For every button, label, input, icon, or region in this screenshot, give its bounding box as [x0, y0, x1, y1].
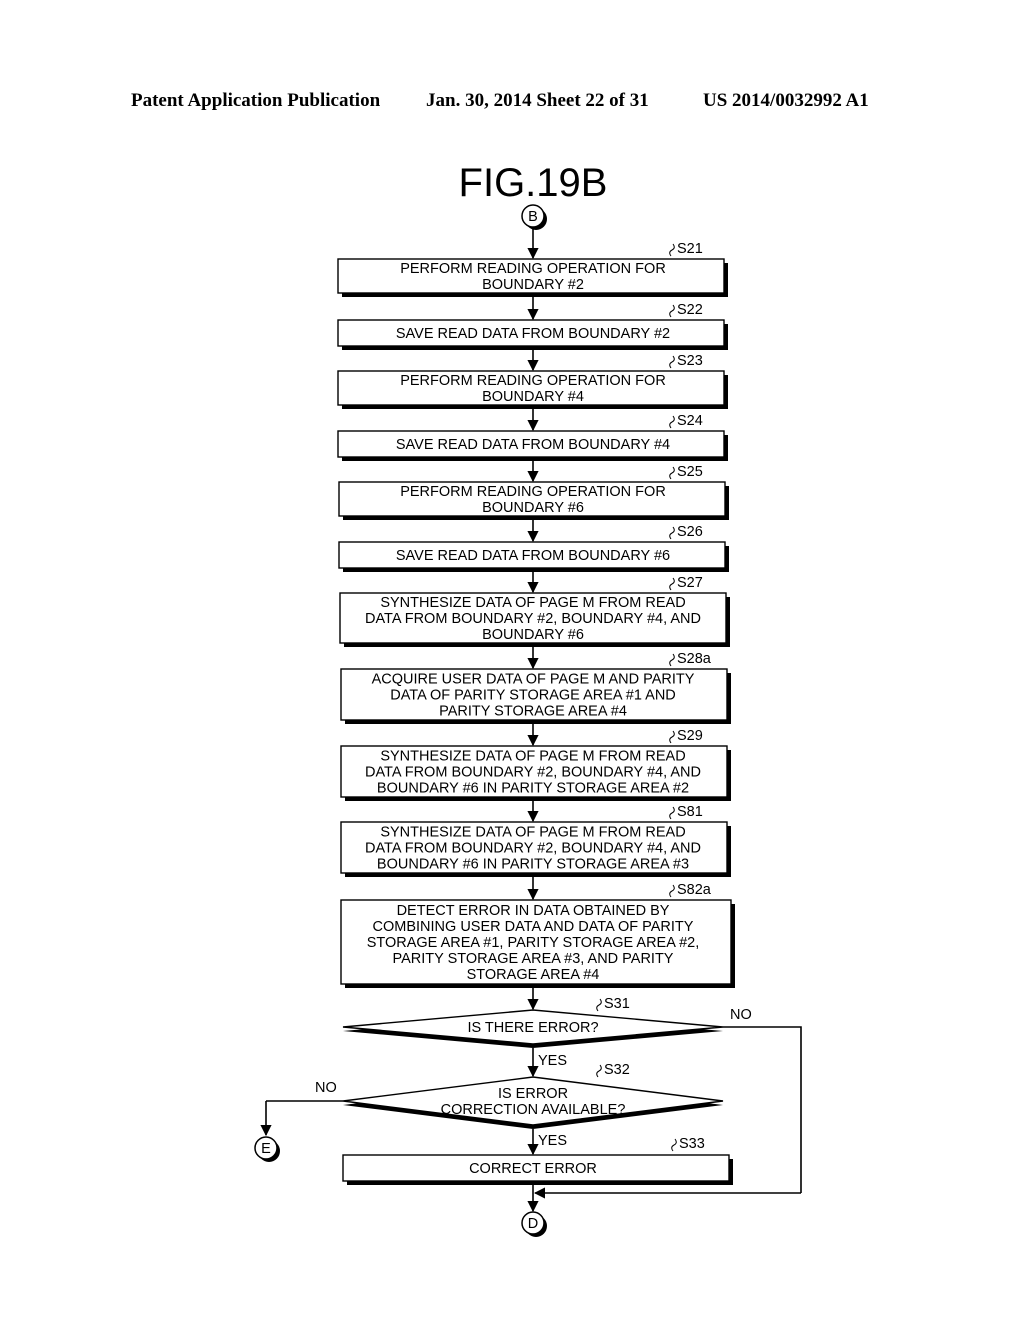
step-label-s31-leader: [596, 998, 602, 1012]
step-text-line: BOUNDARY #6: [482, 500, 584, 516]
connector-d: D: [521, 1211, 547, 1237]
step-label-s23: S23: [677, 353, 703, 369]
step-text-line: SYNTHESIZE DATA OF PAGE M FROM READ: [380, 749, 685, 765]
step-label-s32: S32: [604, 1062, 630, 1078]
step-text-line: PERFORM READING OPERATION FOR: [400, 261, 666, 277]
process-step-s82a: DETECT ERROR IN DATA OBTAINED BYCOMBININ…: [340, 899, 735, 988]
process-step-s22: SAVE READ DATA FROM BOUNDARY #2: [337, 319, 728, 350]
step-text-line: ACQUIRE USER DATA OF PAGE M AND PARITY: [372, 672, 695, 688]
step-label-s22: S22: [677, 302, 703, 318]
process-step-s28a: ACQUIRE USER DATA OF PAGE M AND PARITYDA…: [340, 668, 731, 724]
decision-text-line: CORRECTION AVAILABLE?: [441, 1102, 626, 1118]
step-text-line: PARITY STORAGE AREA #4: [439, 704, 627, 720]
step-text-line: DATA FROM BOUNDARY #2, BOUNDARY #4, AND: [365, 841, 701, 857]
step-label-s29-leader: [669, 730, 675, 744]
step-label-s33-leader: [671, 1138, 677, 1152]
connector-d-label: D: [528, 1216, 538, 1232]
process-step-s27: SYNTHESIZE DATA OF PAGE M FROM READDATA …: [339, 592, 730, 647]
decision-s31: IS THERE ERROR?: [342, 1009, 724, 1048]
step-text-line: BOUNDARY #2: [482, 277, 584, 293]
step-label-s23-leader: [669, 355, 675, 369]
decision-text-line: IS ERROR: [498, 1086, 568, 1102]
flow-line-no-s31: [723, 1026, 802, 1193]
step-label-s81: S81: [677, 804, 703, 820]
step-text-line: STORAGE AREA #4: [467, 967, 600, 983]
process-step-s29: SYNTHESIZE DATA OF PAGE M FROM READDATA …: [340, 745, 731, 801]
step-text-line: PARITY STORAGE AREA #3, AND PARITY: [393, 951, 674, 967]
step-label-s21: S21: [677, 241, 703, 257]
figure-title: FIG.19B: [459, 161, 608, 205]
process-step-s21: PERFORM READING OPERATION FORBOUNDARY #2: [337, 258, 728, 297]
step-text-line: SAVE READ DATA FROM BOUNDARY #2: [396, 326, 670, 342]
step-label-s25: S25: [677, 464, 703, 480]
step-label-s31: S31: [604, 996, 630, 1012]
step-text-line: COMBINING USER DATA AND DATA OF PARITY: [373, 919, 694, 935]
process-step-s24: SAVE READ DATA FROM BOUNDARY #4: [337, 430, 728, 461]
step-label-s82a: S82a: [677, 882, 712, 898]
step-text-line: BOUNDARY #6 IN PARITY STORAGE AREA #2: [377, 781, 689, 797]
step-label-s22-leader: [669, 304, 675, 318]
process-step-s26: SAVE READ DATA FROM BOUNDARY #6: [338, 541, 729, 572]
step-label-s24-leader: [669, 415, 675, 429]
process-step-s23: PERFORM READING OPERATION FORBOUNDARY #4: [337, 370, 728, 409]
step-text-line: SYNTHESIZE DATA OF PAGE M FROM READ: [380, 825, 685, 841]
step-text-line: BOUNDARY #4: [482, 389, 584, 405]
step-text-line: BOUNDARY #6: [482, 627, 584, 643]
step-text-line: PERFORM READING OPERATION FOR: [400, 373, 666, 389]
step-label-s26-leader: [669, 526, 675, 540]
no-label-s32: NO: [315, 1080, 337, 1096]
connector-e-label: E: [261, 1141, 271, 1157]
no-label-s31: NO: [730, 1007, 752, 1023]
step-label-s27: S27: [677, 575, 703, 591]
step-label-s33: S33: [679, 1136, 705, 1152]
step-label-s27-leader: [669, 577, 675, 591]
step-text-line: SYNTHESIZE DATA OF PAGE M FROM READ: [380, 595, 685, 611]
connector-b-label: B: [528, 209, 538, 225]
step-label-s28a: S28a: [677, 651, 712, 667]
step-text-line: DETECT ERROR IN DATA OBTAINED BY: [397, 903, 670, 919]
process-step-s33: CORRECT ERROR: [342, 1154, 733, 1185]
step-text-line: DATA OF PARITY STORAGE AREA #1 AND: [390, 688, 676, 704]
step-text-line: STORAGE AREA #1, PARITY STORAGE AREA #2,: [367, 935, 700, 951]
step-label-s25-leader: [669, 466, 675, 480]
step-text-line: BOUNDARY #6 IN PARITY STORAGE AREA #3: [377, 857, 689, 873]
decision-s32: IS ERRORCORRECTION AVAILABLE?: [342, 1076, 724, 1129]
connector-b: B: [521, 204, 547, 230]
yes-label-s32: YES: [538, 1133, 567, 1149]
step-text-line: CORRECT ERROR: [469, 1161, 597, 1177]
step-label-s82a-leader: [669, 884, 675, 898]
yes-label-s31: YES: [538, 1053, 567, 1069]
step-text-line: PERFORM READING OPERATION FOR: [400, 484, 666, 500]
flowchart: FIG.19B BPERFORM READING OPERATION FORBO…: [254, 161, 802, 1237]
step-label-s21-leader: [669, 243, 675, 257]
step-label-s81-leader: [669, 806, 675, 820]
process-step-s25: PERFORM READING OPERATION FORBOUNDARY #6: [338, 481, 729, 520]
step-label-s24: S24: [677, 413, 703, 429]
step-text-line: DATA FROM BOUNDARY #2, BOUNDARY #4, AND: [365, 765, 701, 781]
decision-text-line: IS THERE ERROR?: [467, 1020, 598, 1036]
connector-e: E: [254, 1136, 280, 1162]
step-text-line: SAVE READ DATA FROM BOUNDARY #4: [396, 437, 670, 453]
step-label-s32-leader: [596, 1064, 602, 1078]
process-step-s81: SYNTHESIZE DATA OF PAGE M FROM READDATA …: [340, 821, 731, 877]
step-text-line: SAVE READ DATA FROM BOUNDARY #6: [396, 548, 670, 564]
step-label-s26: S26: [677, 524, 703, 540]
step-text-line: DATA FROM BOUNDARY #2, BOUNDARY #4, AND: [365, 611, 701, 627]
step-label-s28a-leader: [669, 653, 675, 667]
step-label-s29: S29: [677, 728, 703, 744]
